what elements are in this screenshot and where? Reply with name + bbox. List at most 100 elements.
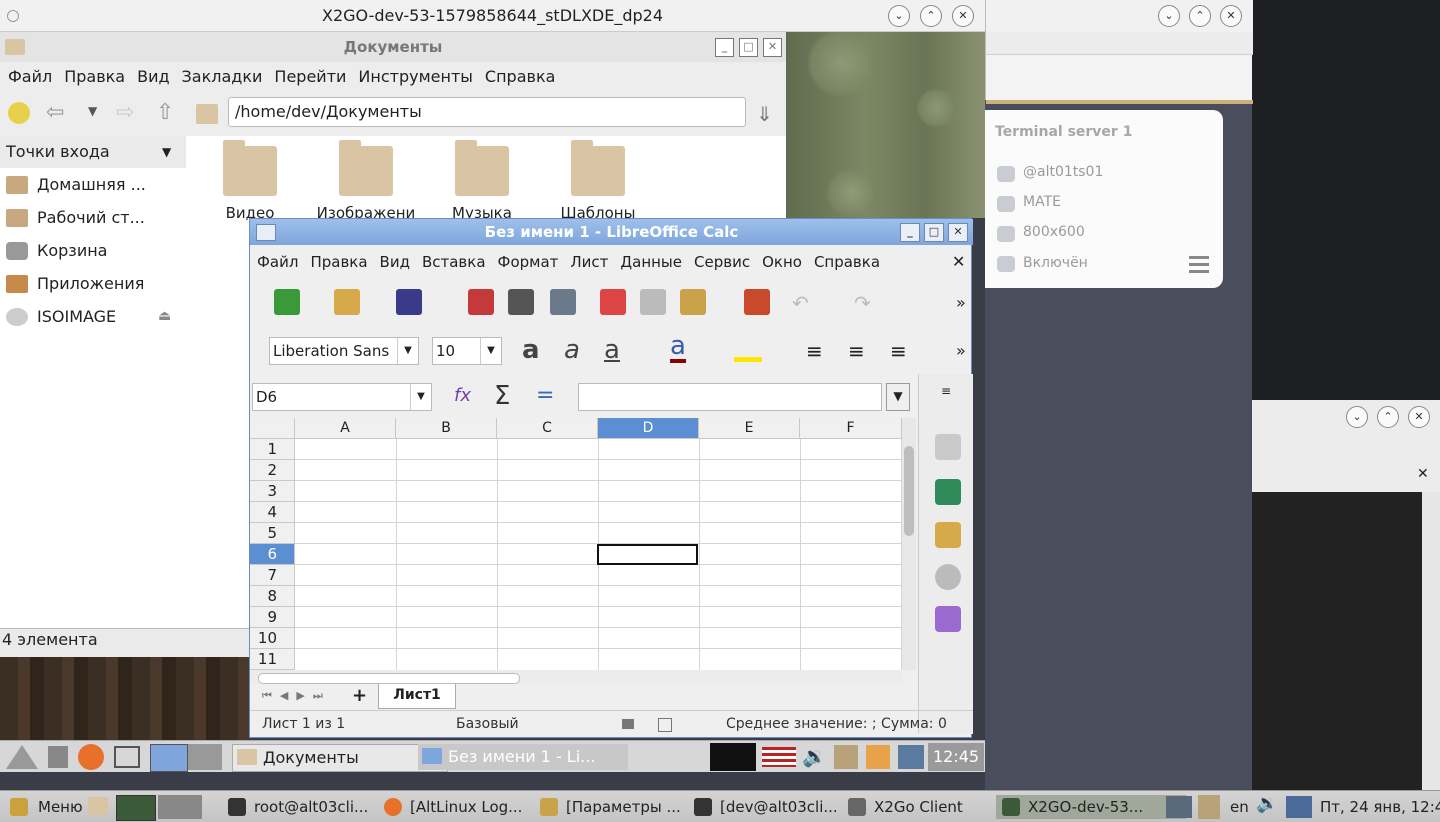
row-header[interactable]: 11 — [250, 649, 295, 670]
column-header[interactable]: D — [598, 418, 699, 439]
row-header[interactable]: 9 — [250, 607, 295, 628]
expand-formula-icon[interactable]: ▼ — [886, 383, 910, 411]
styles-icon[interactable] — [935, 479, 961, 505]
functions-icon[interactable] — [935, 606, 961, 632]
column-header[interactable]: F — [800, 418, 902, 439]
sum-icon[interactable]: Σ — [494, 381, 510, 411]
open-icon[interactable] — [334, 289, 360, 315]
notes-icon[interactable] — [866, 745, 890, 769]
go-icon[interactable]: ⇓ — [756, 102, 773, 126]
file-manager-launcher-icon[interactable] — [48, 746, 68, 768]
align-center-icon[interactable]: ≡ — [848, 339, 865, 363]
name-box[interactable]: D6 ▼ — [252, 383, 432, 411]
session-menu-icon[interactable] — [1189, 256, 1209, 274]
sidebar-item-isoimage[interactable]: ISOIMAGE ⏏ — [0, 300, 186, 333]
menu-help[interactable]: Справка — [807, 247, 885, 277]
print-preview-icon[interactable] — [550, 289, 576, 315]
minimize-icon[interactable]: _ — [715, 38, 734, 57]
font-color-icon[interactable]: a — [670, 333, 686, 363]
sheet-nav-icons[interactable]: ⏮◀▶⏭ — [262, 689, 331, 703]
menu-help[interactable]: Справка — [479, 62, 562, 92]
scroll-thumb[interactable] — [258, 673, 520, 684]
history-dropdown-icon[interactable]: ▼ — [88, 104, 97, 118]
properties-icon[interactable] — [935, 434, 961, 460]
formula-input[interactable] — [578, 383, 882, 411]
menu-format[interactable]: Формат — [491, 247, 564, 277]
workspace-1-icon[interactable] — [116, 795, 156, 821]
export-pdf-icon[interactable] — [468, 289, 494, 315]
maximize-icon[interactable]: ⌃ — [1377, 406, 1399, 428]
clock[interactable]: Пт, 24 янв, 12:45 — [1320, 795, 1440, 819]
close-icon[interactable]: ✕ — [1408, 406, 1430, 428]
menu-window[interactable]: Окно — [755, 247, 807, 277]
function-wizard-icon[interactable]: fx — [454, 385, 471, 406]
row-header[interactable]: 3 — [250, 481, 295, 502]
network-icon[interactable] — [898, 745, 924, 769]
corner-cell[interactable] — [250, 418, 295, 439]
folder-item[interactable]: Музыка — [432, 140, 532, 222]
folder-launcher-icon[interactable] — [88, 797, 108, 815]
sidebar-menu-icon[interactable]: ≡ — [941, 384, 951, 398]
close-icon[interactable]: ✕ — [952, 5, 974, 27]
up-icon[interactable]: ⇧ — [156, 100, 174, 125]
menu-view[interactable]: Вид — [373, 247, 415, 277]
menu-go[interactable]: Перейти — [268, 62, 352, 92]
volume-icon[interactable]: 🔉 — [1256, 793, 1278, 814]
highlight-icon[interactable] — [734, 339, 762, 362]
maximize-icon[interactable]: ⌃ — [1189, 5, 1211, 27]
spreadsheet-grid[interactable]: A B C D E F 1 2 3 4 5 6 7 8 9 10 11 — [250, 418, 902, 670]
font-name-select[interactable]: Liberation Sans ▼ — [269, 337, 419, 365]
scrollbar[interactable] — [1422, 492, 1440, 790]
menu-tools[interactable]: Инструменты — [352, 62, 479, 92]
column-header[interactable]: B — [396, 418, 497, 439]
row-header[interactable]: 7 — [250, 565, 295, 586]
workspace-1-icon[interactable] — [150, 744, 188, 772]
menu-file[interactable]: Файл — [0, 62, 58, 92]
italic-icon[interactable]: a — [564, 335, 580, 365]
paste-icon[interactable] — [680, 289, 706, 315]
close-icon[interactable]: ✕ — [1220, 5, 1242, 27]
sidebar-header[interactable]: Точки входа ▼ — [0, 136, 186, 168]
menu-tools[interactable]: Сервис — [687, 247, 755, 277]
volume-icon[interactable]: 🔉 — [802, 744, 827, 768]
undo-icon[interactable]: ↶ — [792, 291, 809, 315]
task-firefox[interactable]: [AltLinux Log... — [378, 795, 560, 819]
sidebar-item-desktop[interactable]: Рабочий ст... — [0, 201, 186, 234]
navigator-icon[interactable] — [935, 564, 961, 590]
gallery-icon[interactable] — [935, 522, 961, 548]
bold-icon[interactable]: a — [522, 335, 540, 365]
row-header[interactable]: 6 — [250, 544, 295, 565]
menu-sheet[interactable]: Лист — [563, 247, 613, 277]
close-document-icon[interactable]: ✕ — [952, 247, 965, 277]
column-header[interactable]: A — [295, 418, 396, 439]
task-calc[interactable]: Без имени 1 - Li... — [418, 744, 628, 770]
row-header[interactable]: 4 — [250, 502, 295, 523]
folder-item[interactable]: Шаблоны — [548, 140, 648, 222]
column-header[interactable]: C — [497, 418, 598, 439]
sidebar-item-applications[interactable]: Приложения — [0, 267, 186, 300]
clipboard-icon[interactable] — [834, 745, 858, 769]
keyboard-layout[interactable]: en — [1230, 795, 1249, 819]
row-header[interactable]: 8 — [250, 586, 295, 607]
forward-icon[interactable]: ⇨ — [116, 100, 134, 125]
start-menu-icon[interactable] — [6, 745, 38, 769]
back-icon[interactable]: ⇦ — [46, 100, 64, 125]
menu-file[interactable]: Файл — [250, 247, 303, 277]
maximize-icon[interactable]: □ — [739, 38, 758, 57]
row-header[interactable]: 1 — [250, 439, 295, 460]
save-icon[interactable] — [396, 289, 422, 315]
task-terminal-root[interactable]: root@alt03cli... — [222, 795, 404, 819]
folder-item[interactable]: Изображени — [316, 140, 416, 222]
cut-icon[interactable] — [600, 289, 626, 315]
home-icon[interactable] — [196, 104, 218, 124]
row-header[interactable]: 5 — [250, 523, 295, 544]
menu-edit[interactable]: Правка — [58, 62, 131, 92]
scroll-thumb[interactable] — [904, 446, 914, 536]
menu-insert[interactable]: Вставка — [415, 247, 491, 277]
formula-icon[interactable]: = — [536, 383, 554, 408]
task-x2go-session[interactable]: X2GO-dev-53... — [996, 795, 1186, 819]
window-menu-icon[interactable] — [256, 224, 276, 241]
new-spreadsheet-icon[interactable] — [274, 289, 300, 315]
selection-mode-icon[interactable] — [622, 719, 634, 729]
underline-icon[interactable]: a — [604, 335, 620, 365]
